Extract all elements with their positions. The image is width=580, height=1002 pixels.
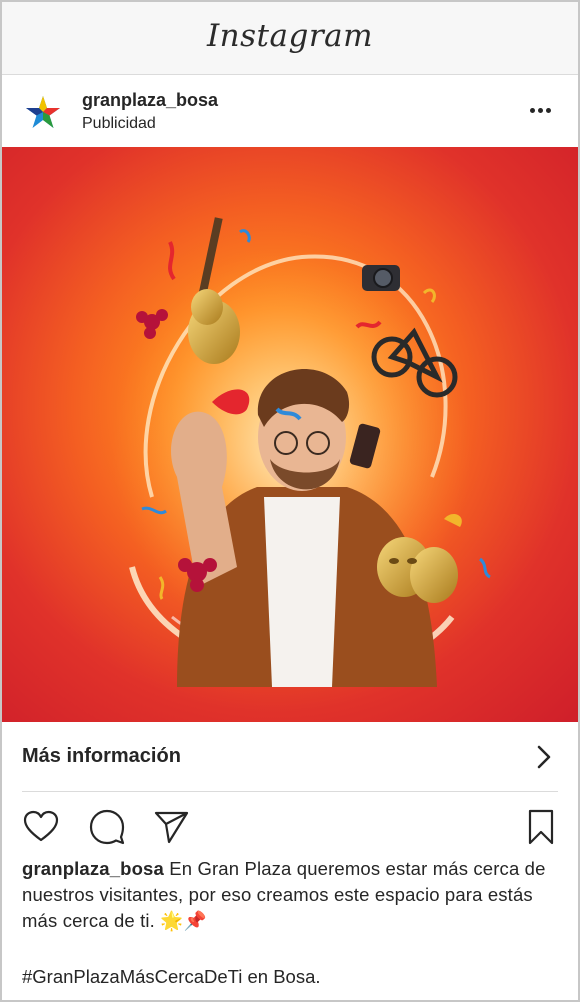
confetti (422, 288, 436, 303)
cta-bar[interactable]: Más información (22, 722, 558, 792)
avatar[interactable] (24, 93, 62, 131)
post-image[interactable] (2, 147, 578, 722)
confetti (158, 576, 165, 600)
cta-label[interactable]: Más información (22, 745, 181, 768)
post-actions (2, 802, 578, 852)
caption-hashtag[interactable]: #GranPlazaMásCercaDeTi en Bosa. (22, 964, 321, 990)
instagram-logo[interactable]: Instagram (207, 18, 373, 54)
post-username[interactable]: granplaza_bosa (82, 89, 218, 111)
confetti (239, 229, 251, 243)
bookmark-icon[interactable] (522, 808, 560, 846)
sponsored-label: Publicidad (82, 115, 156, 132)
camera (362, 265, 400, 291)
caption-username[interactable]: granplaza_bosa (22, 858, 164, 879)
app-header: Instagram (2, 2, 578, 75)
post-header: granplaza_bosa Publicidad (2, 76, 578, 146)
heart-icon[interactable] (22, 808, 60, 846)
paper-plane-icon[interactable] (152, 808, 190, 846)
instagram-post-frame: Instagram granplaza_bosa Publicidad Más … (0, 0, 580, 1002)
confetti (168, 241, 176, 281)
comment-icon[interactable] (88, 808, 126, 846)
confetti (478, 557, 491, 579)
chevron-right-icon[interactable] (534, 744, 554, 770)
post-caption: granplaza_bosa En Gran Plaza queremos es… (22, 856, 552, 934)
more-options-icon[interactable] (530, 100, 558, 124)
person-shirt (264, 497, 340, 687)
